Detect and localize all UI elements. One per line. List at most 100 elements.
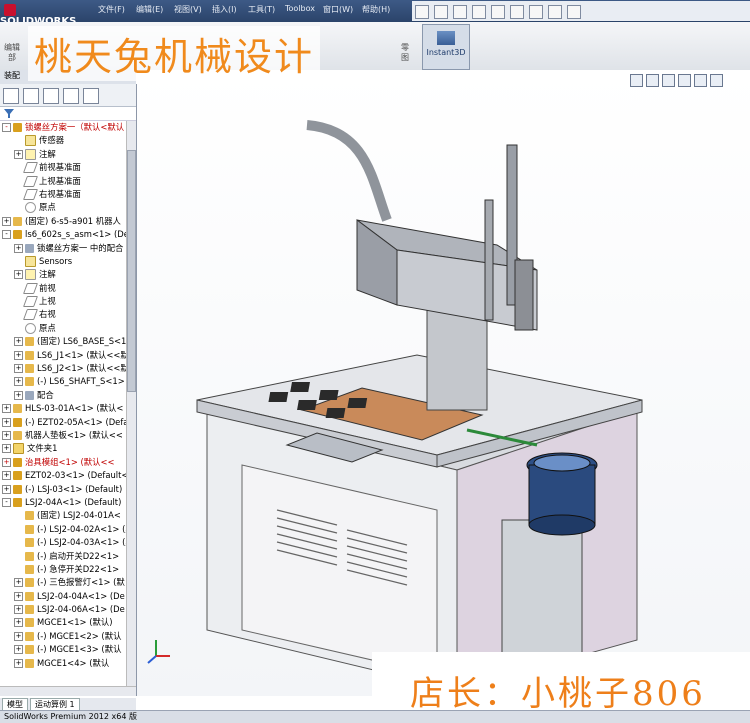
tree-expander-icon[interactable]: - — [2, 497, 11, 507]
tree-expander-icon[interactable]: + — [14, 631, 23, 641]
tree-expander-icon[interactable]: + — [2, 404, 11, 414]
tree-item[interactable]: + (-) MGCE1<3> (默认 — [0, 643, 126, 656]
tree-item[interactable]: 上视 — [0, 295, 126, 308]
tree-item[interactable]: Sensors — [0, 255, 126, 268]
display-style-icon[interactable] — [710, 74, 723, 87]
tree-item[interactable]: + LSJ2-04-06A<1> (De — [0, 603, 126, 616]
tree-item[interactable]: 前视基准面 — [0, 161, 126, 174]
tree-item[interactable]: + LS6_J2<1> (默认<<默 — [0, 362, 126, 375]
feature-tree-icon[interactable] — [3, 88, 19, 104]
tree-item[interactable]: + 治具模组<1> (默认<< — [0, 456, 126, 469]
cad-model-render[interactable] — [137, 70, 750, 696]
tree-item[interactable]: + (-) LSJ-03<1> (Default) — [0, 483, 126, 496]
view-orientation-icon[interactable] — [694, 74, 707, 87]
dimxpert-icon[interactable] — [63, 88, 79, 104]
options-icon[interactable] — [567, 5, 581, 19]
tree-item[interactable]: + 机器人垫板<1> (默认<< — [0, 429, 126, 442]
tree-item[interactable]: - LSJ2-04A<1> (Default) — [0, 496, 126, 509]
menu-tools[interactable]: 工具(T) — [248, 4, 275, 15]
open-icon[interactable] — [434, 5, 448, 19]
tree-expander-icon[interactable]: + — [2, 216, 11, 226]
tree-item[interactable]: 上视基准面 — [0, 175, 126, 188]
tree-item[interactable]: + (固定) 6-s5-a901 机器人 — [0, 215, 126, 228]
tree-item[interactable]: 传感器 — [0, 134, 126, 147]
save-icon[interactable] — [453, 5, 467, 19]
tree-item[interactable]: (-) 急停开关D22<1> — [0, 563, 126, 576]
tree-item[interactable]: + (-) LS6_SHAFT_S<1> — [0, 375, 126, 388]
tree-item[interactable]: + 注解 — [0, 268, 126, 281]
tab-assembly[interactable]: 装配 — [4, 71, 20, 80]
tree-item[interactable]: + (-) MGCE1<2> (默认 — [0, 630, 126, 643]
tree-expander-icon[interactable]: + — [2, 471, 11, 481]
tree-expander-icon[interactable]: + — [14, 605, 23, 615]
tree-expander-icon[interactable]: + — [14, 350, 23, 360]
tree-item[interactable]: + EZT02-03<1> (Default< — [0, 469, 126, 482]
tree-item[interactable]: + MGCE1<4> (默认 — [0, 657, 126, 670]
tree-item[interactable]: 右视基准面 — [0, 188, 126, 201]
tree-horizontal-scrollbar[interactable] — [0, 686, 136, 696]
tree-filter[interactable] — [0, 106, 136, 121]
tree-item[interactable]: - ls6_602s_s_asm<1> (De — [0, 228, 126, 241]
tree-expander-icon[interactable]: + — [14, 243, 23, 253]
tree-item[interactable]: + 注解 — [0, 148, 126, 161]
undo-icon[interactable] — [491, 5, 505, 19]
tree-item[interactable]: + MGCE1<1> (默认) — [0, 616, 126, 629]
tree-expander-icon[interactable]: + — [14, 377, 23, 387]
tree-item[interactable]: + 文件夹1 — [0, 442, 126, 455]
tree-expander-icon[interactable]: + — [2, 484, 11, 494]
tree-expander-icon[interactable]: + — [14, 149, 23, 159]
tree-expander-icon[interactable]: + — [14, 578, 23, 588]
tree-item[interactable]: + LSJ2-04-04A<1> (De — [0, 590, 126, 603]
tree-expander-icon[interactable]: + — [14, 390, 23, 400]
property-manager-icon[interactable] — [23, 88, 39, 104]
tree-item[interactable]: + LS6_J1<1> (默认<<默 — [0, 349, 126, 362]
tree-item[interactable]: 原点 — [0, 201, 126, 214]
tree-expander-icon[interactable]: + — [2, 444, 11, 454]
tree-expander-icon[interactable]: + — [14, 364, 23, 374]
tree-item[interactable]: + 配合 — [0, 389, 126, 402]
tree-expander-icon[interactable]: + — [14, 618, 23, 628]
tree-expander-icon[interactable]: + — [14, 270, 23, 280]
tree-expander-icon[interactable]: + — [2, 417, 11, 427]
tree-item[interactable]: 右视 — [0, 308, 126, 321]
file-properties-icon[interactable] — [548, 5, 562, 19]
menu-window[interactable]: 窗口(W) — [323, 4, 353, 15]
rebuild-icon[interactable] — [529, 5, 543, 19]
menu-help[interactable]: 帮助(H) — [362, 4, 390, 15]
tree-item[interactable]: (固定) LSJ2-04-01A< — [0, 509, 126, 522]
menu-toolbox[interactable]: Toolbox — [285, 4, 315, 13]
instant3d-button[interactable]: Instant3D — [422, 24, 470, 70]
new-icon[interactable] — [415, 5, 429, 19]
tree-item[interactable]: (-) LSJ2-04-03A<1> (默 — [0, 536, 126, 549]
zoom-to-fit-icon[interactable] — [630, 74, 643, 87]
section-view-icon[interactable] — [678, 74, 691, 87]
menu-edit[interactable]: 编辑(E) — [136, 4, 163, 15]
tree-expander-icon[interactable]: + — [2, 457, 11, 467]
previous-view-icon[interactable] — [662, 74, 675, 87]
tree-expander-icon[interactable]: + — [14, 645, 23, 655]
print-icon[interactable] — [472, 5, 486, 19]
zoom-area-icon[interactable] — [646, 74, 659, 87]
tree-expander-icon[interactable]: - — [2, 230, 11, 240]
menu-insert[interactable]: 插入(I) — [212, 4, 237, 15]
select-icon[interactable] — [510, 5, 524, 19]
tree-expander-icon[interactable]: - — [2, 123, 11, 132]
tree-expander-icon[interactable]: + — [2, 430, 11, 440]
menu-file[interactable]: 文件(F) — [98, 4, 125, 15]
tree-item[interactable]: (-) LSJ2-04-02A<1> (默 — [0, 523, 126, 536]
tree-item[interactable]: - 锁螺丝方案一（默认<默认 — [0, 121, 126, 134]
tree-item[interactable]: + (固定) LS6_BASE_S<1 — [0, 335, 126, 348]
tree-item[interactable]: + HLS-03-01A<1> (默认< — [0, 402, 126, 415]
scrollbar-thumb[interactable] — [127, 150, 136, 392]
graphics-viewport[interactable] — [137, 70, 750, 696]
filter-icon[interactable] — [3, 107, 23, 119]
menu-view[interactable]: 视图(V) — [174, 4, 202, 15]
tree-item[interactable]: 前视 — [0, 282, 126, 295]
tree-expander-icon[interactable]: + — [14, 591, 23, 601]
tree-expander-icon[interactable]: + — [14, 337, 23, 347]
tree-item[interactable]: + (-) 三色报警灯<1> (默 — [0, 576, 126, 589]
tree-expander-icon[interactable]: + — [14, 658, 23, 668]
configuration-icon[interactable] — [43, 88, 59, 104]
tree-item[interactable]: (-) 启动开关D22<1> — [0, 550, 126, 563]
appearance-icon[interactable] — [83, 88, 99, 104]
